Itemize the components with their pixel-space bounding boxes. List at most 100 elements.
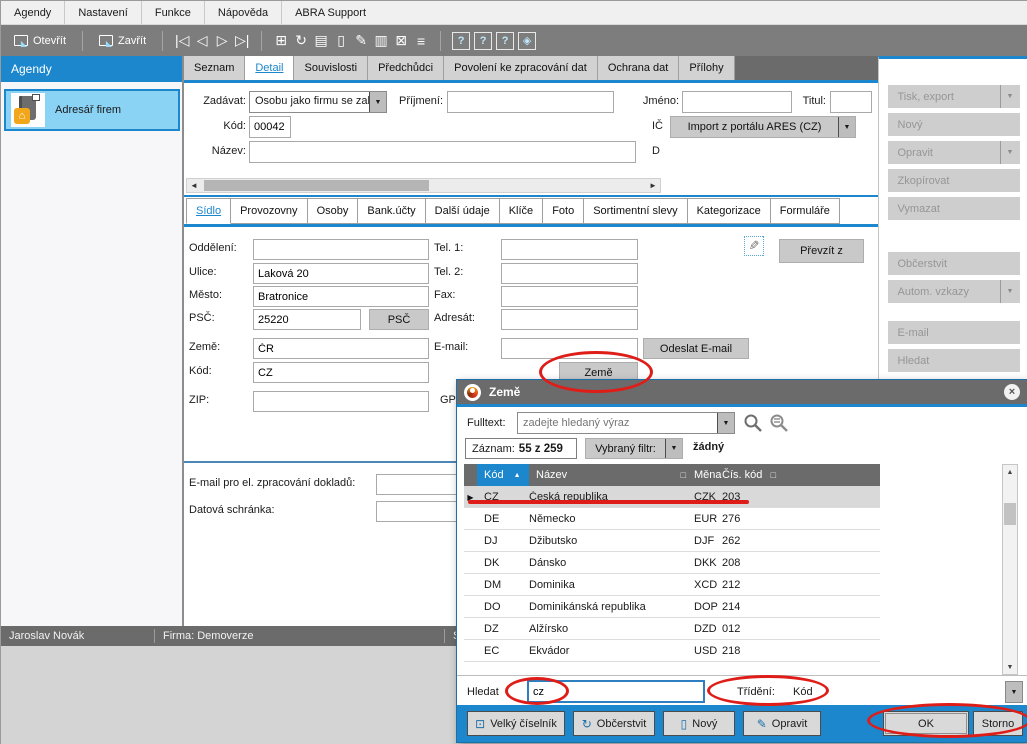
- address-tab[interactable]: Bank.účty: [358, 198, 425, 224]
- scroll-down-icon[interactable]: ▼: [1003, 660, 1017, 674]
- zadavat-select[interactable]: Osobu jako firmu se založením osoby: [249, 91, 387, 113]
- chevron-down-icon[interactable]: [1000, 280, 1020, 303]
- country-row[interactable]: DZ Alžírsko DZD 012: [464, 618, 880, 640]
- scrollbar-thumb[interactable]: [204, 180, 429, 191]
- menu-item[interactable]: Funkce: [142, 1, 205, 24]
- clipboard-icon[interactable]: ≡: [411, 30, 431, 52]
- vertical-scrollbar[interactable]: ▲ ▼: [1002, 464, 1018, 675]
- help-pages-icon[interactable]: ?: [496, 32, 514, 50]
- dialog-button[interactable]: ⊡ Velký číselník: [467, 711, 565, 736]
- chevron-down-icon[interactable]: [1000, 85, 1020, 108]
- ulice-input[interactable]: [253, 263, 429, 284]
- dialog-button[interactable]: OK: [883, 711, 969, 736]
- psc-lookup-button[interactable]: PSČ: [369, 309, 429, 330]
- address-tab[interactable]: Osoby: [308, 198, 359, 224]
- dialog-button[interactable]: ✎ Opravit: [743, 711, 821, 736]
- chevron-down-icon[interactable]: [369, 92, 386, 112]
- menu-item[interactable]: Agendy: [1, 1, 65, 24]
- side-action-button[interactable]: Nový: [888, 113, 1020, 136]
- country-row[interactable]: DM Dominika XCD 212: [464, 574, 880, 596]
- column-header-kod[interactable]: Kód▲: [477, 464, 529, 486]
- scroll-left-icon[interactable]: ◄: [187, 181, 201, 190]
- search-input[interactable]: [527, 680, 705, 703]
- fulltext-input[interactable]: [518, 413, 717, 433]
- chevron-down-icon[interactable]: [838, 117, 855, 137]
- mesto-input[interactable]: [253, 286, 429, 307]
- adresat-input[interactable]: [501, 309, 638, 330]
- side-action-button[interactable]: Opravit: [888, 141, 1020, 164]
- copy-icon[interactable]: ▥: [371, 30, 391, 52]
- address-tab[interactable]: Klíče: [500, 198, 543, 224]
- sort-dropdown[interactable]: [1005, 681, 1023, 703]
- dialog-button[interactable]: ▯ Nový: [663, 711, 735, 736]
- country-row[interactable]: CZ Česká republika CZK 203: [464, 486, 880, 508]
- country-row[interactable]: DJ Džibutsko DJF 262: [464, 530, 880, 552]
- horizontal-scrollbar[interactable]: ◄ ►: [186, 178, 661, 193]
- column-options-icon[interactable]: □: [771, 470, 776, 480]
- main-tab[interactable]: Detail: [245, 56, 294, 80]
- help-icon[interactable]: ?: [452, 32, 470, 50]
- side-action-button[interactable]: Hledat: [888, 349, 1020, 372]
- fax-input[interactable]: [501, 286, 638, 307]
- address-tab[interactable]: Provozovny: [231, 198, 307, 224]
- country-row[interactable]: DO Dominikánská republika DOP 214: [464, 596, 880, 618]
- address-tab[interactable]: Kategorizace: [688, 198, 771, 224]
- new-document-icon[interactable]: ▯: [331, 30, 351, 52]
- chevron-down-icon[interactable]: [665, 439, 682, 458]
- tel2-input[interactable]: [501, 263, 638, 284]
- filter-button[interactable]: Vybraný filtr:: [585, 438, 683, 459]
- zeme-input[interactable]: [253, 338, 429, 359]
- main-tab[interactable]: Povolení ke zpracování dat: [444, 56, 598, 80]
- country-row[interactable]: DK Dánsko DKK 208: [464, 552, 880, 574]
- nav-first-icon[interactable]: |◁: [172, 30, 192, 52]
- column-header-nazev[interactable]: Název□: [529, 464, 690, 486]
- sidebar-item-adresar-firem[interactable]: ⌂ Adresář firem: [4, 89, 180, 131]
- search-filter-icon[interactable]: [769, 413, 789, 433]
- zeme-kod-input[interactable]: [253, 362, 429, 383]
- side-action-button[interactable]: Tisk, export: [888, 85, 1020, 108]
- nazev-input[interactable]: [249, 141, 636, 163]
- edit-icon[interactable]: ✎: [351, 30, 371, 52]
- discard-icon[interactable]: ⊠: [391, 30, 411, 52]
- address-tab[interactable]: Formuláře: [771, 198, 840, 224]
- main-tab[interactable]: Předchůdci: [368, 56, 444, 80]
- address-tab[interactable]: Sídlo: [186, 198, 231, 224]
- menu-item[interactable]: Nápověda: [205, 1, 282, 24]
- column-header-cis-kod[interactable]: Čís. kód□: [718, 464, 780, 486]
- scrollbar-thumb[interactable]: [1004, 503, 1016, 525]
- scroll-right-icon[interactable]: ►: [646, 181, 660, 190]
- psc-input[interactable]: [253, 309, 361, 330]
- close-icon[interactable]: ×: [1004, 384, 1020, 400]
- address-tab[interactable]: Další údaje: [426, 198, 500, 224]
- menu-item[interactable]: Nastavení: [65, 1, 142, 24]
- main-tab[interactable]: Seznam: [184, 56, 245, 80]
- tel1-input[interactable]: [501, 239, 638, 260]
- kod-input[interactable]: [249, 116, 291, 138]
- jmeno-input[interactable]: [682, 91, 792, 113]
- prijmeni-input[interactable]: [447, 91, 614, 113]
- country-row[interactable]: DE Německo EUR 276: [464, 508, 880, 530]
- side-action-button[interactable]: Zkopírovat: [888, 169, 1020, 192]
- dialog-titlebar[interactable]: Země ×: [457, 380, 1027, 404]
- about-icon[interactable]: ◈: [518, 32, 536, 50]
- ares-import-button[interactable]: Import z portálu ARES (CZ): [670, 116, 856, 138]
- print-icon[interactable]: ▤: [311, 30, 331, 52]
- side-action-button[interactable]: Autom. vzkazy: [888, 280, 1020, 303]
- main-tab[interactable]: Souvislosti: [294, 56, 368, 80]
- context-help-icon[interactable]: ?: [474, 32, 492, 50]
- column-options-icon[interactable]: □: [681, 470, 686, 480]
- open-button[interactable]: Otevřít: [7, 32, 73, 50]
- nav-prev-icon[interactable]: ◁: [192, 30, 212, 52]
- nav-next-icon[interactable]: ▷: [212, 30, 232, 52]
- side-action-button[interactable]: Občerstvit: [888, 252, 1020, 275]
- zip-input[interactable]: [253, 391, 429, 412]
- fulltext-combo[interactable]: [517, 412, 735, 434]
- email-input[interactable]: [501, 338, 638, 359]
- country-row[interactable]: EC Ekvádor USD 218: [464, 640, 880, 662]
- prevzit-z-button[interactable]: Převzít z: [779, 239, 864, 263]
- chevron-down-icon[interactable]: [1000, 141, 1020, 164]
- side-action-button[interactable]: E-mail: [888, 321, 1020, 344]
- close-button[interactable]: Zavřít: [92, 32, 153, 50]
- oddeleni-input[interactable]: [253, 239, 429, 260]
- refresh-icon[interactable]: ↻: [291, 30, 311, 52]
